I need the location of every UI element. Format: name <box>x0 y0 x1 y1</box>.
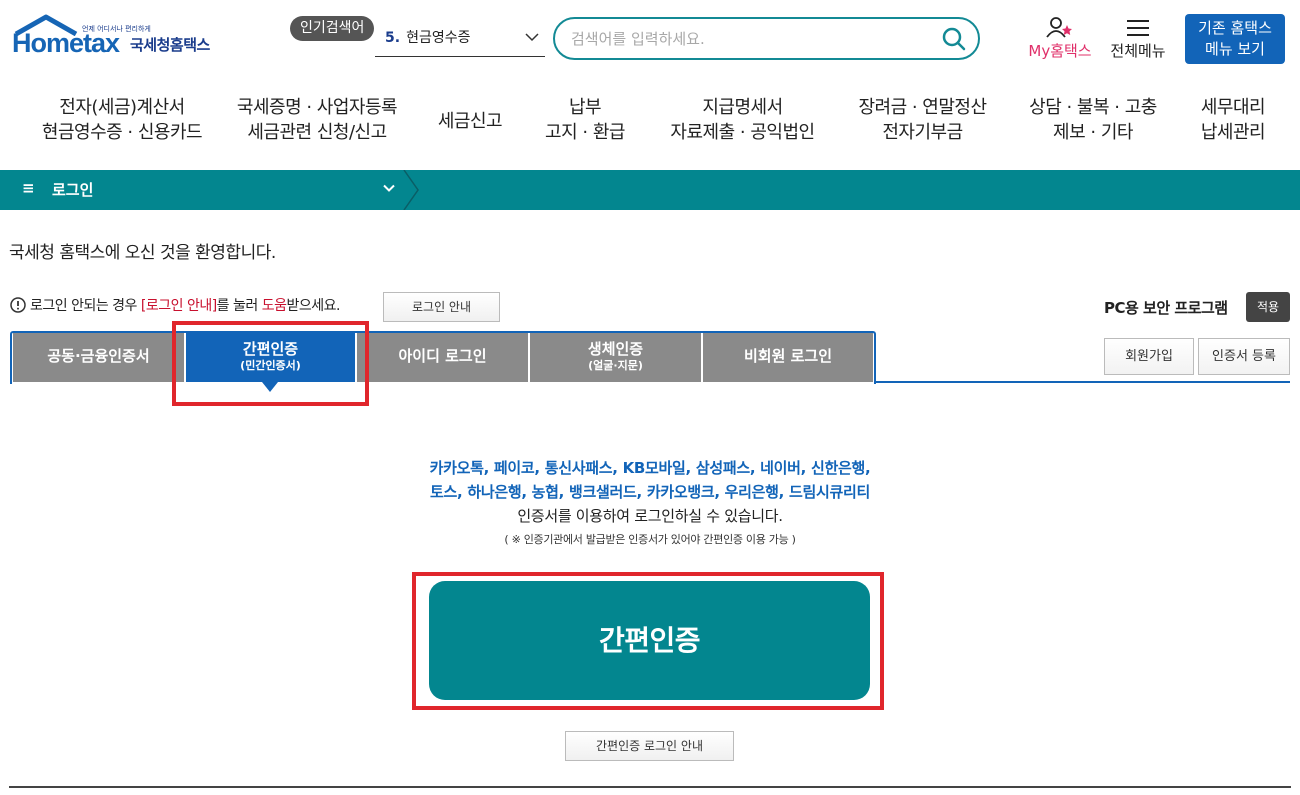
breadcrumb-separator-icon <box>403 170 419 210</box>
my-hometax-button[interactable]: My홈택스 <box>1025 15 1095 65</box>
gnb-line2: 전자기부금 <box>882 122 963 143</box>
gnb-item-incentive[interactable]: 장려금 · 연말정산 전자기부금 <box>845 95 1000 145</box>
notice-prefix: 로그인 안되는 경우 <box>30 298 141 314</box>
apply-security-button[interactable]: 적용 <box>1246 292 1290 322</box>
available-text: 인증서를 이용하여 로그인하실 수 있습니다. <box>517 507 783 525</box>
gnb-line2: 납세관리 <box>1200 122 1266 143</box>
popular-rank: 5. <box>385 30 401 46</box>
gnb-line1: 장려금 · 연말정산 <box>858 97 987 118</box>
search-icon[interactable] <box>942 27 966 51</box>
tab-label: 공동·금융인증서 <box>47 347 150 365</box>
chevron-down-icon <box>525 33 539 42</box>
my-hometax-label: My홈택스 <box>1028 42 1092 60</box>
global-nav: 전자(세금)계산서 현금영수증 · 신용카드 국세증명 · 사업자등록 세금관련… <box>0 95 1300 155</box>
login-notice: 로그인 안되는 경우 [로그인 안내]를 눌러 도움받으세요. <box>10 295 340 315</box>
simple-auth-guide-button[interactable]: 간편인증 로그인 안내 <box>565 731 734 761</box>
tab-id-login[interactable]: 아이디 로그인 <box>357 333 528 382</box>
notice-mid: 를 눌러 <box>216 298 262 314</box>
signup-button[interactable]: 회원가입 <box>1104 338 1194 375</box>
old-menu-line2: 메뉴 보기 <box>1205 40 1265 58</box>
notice-help: 도움 <box>261 298 287 314</box>
gnb-item-certificates[interactable]: 국세증명 · 사업자등록 세금관련 신청/신고 <box>222 95 412 145</box>
tab-joint-financial-cert[interactable]: 공동·금융인증서 <box>13 333 184 382</box>
popular-search-select[interactable]: 5. 현금영수증 <box>375 26 545 57</box>
provider-list: 카카오톡, 페이코, 통신사패스, KB모바일, 삼성패스, 네이버, 신한은행… <box>0 456 1300 504</box>
highlight-box-button <box>412 572 884 710</box>
notice-login-guide-link[interactable]: [로그인 안내] <box>141 298 217 314</box>
gnb-line1: 세금신고 <box>437 111 503 132</box>
menu-icon: ≡ <box>22 179 35 197</box>
search-box <box>553 17 980 60</box>
gnb-item-tax-filing[interactable]: 세금신고 <box>425 109 515 134</box>
login-guide-button[interactable]: 로그인 안내 <box>383 292 500 322</box>
logo-brand-ko: 국세청홈택스 <box>130 36 210 54</box>
notice-suffix: 받으세요. <box>286 298 340 314</box>
gnb-line2: 현금영수증 · 신용카드 <box>41 122 203 143</box>
user-star-icon <box>1046 17 1072 38</box>
gnb-line1: 국세증명 · 사업자등록 <box>236 97 398 118</box>
pc-security-label: PC용 보안 프로그램 <box>1104 299 1228 317</box>
gnb-item-e-invoice[interactable]: 전자(세금)계산서 현금영수증 · 신용카드 <box>32 95 212 145</box>
gnb-line1: 납부 <box>568 97 602 118</box>
tab-non-member[interactable]: 비회원 로그인 <box>703 333 873 382</box>
gnb-line2: 자료제출 · 공익법인 <box>670 122 815 143</box>
tabs-underline <box>874 381 1290 383</box>
gnb-item-payment-statement[interactable]: 지급명세서 자료제출 · 공익법인 <box>660 95 825 145</box>
location-dropdown[interactable]: ≡ 로그인 <box>0 170 405 210</box>
location-label: 로그인 <box>52 181 94 199</box>
gnb-item-payment[interactable]: 납부 고지 · 환급 <box>530 95 640 145</box>
gnb-item-tax-agent[interactable]: 세무대리 납세관리 <box>1188 95 1278 145</box>
gnb-item-consulting[interactable]: 상담 · 불복 · 고충 제보 · 기타 <box>1018 95 1168 145</box>
tab-label: 생체인증 <box>587 340 644 358</box>
popular-keyword: 현금영수증 <box>406 30 471 46</box>
tab-biometric[interactable]: 생체인증 (얼굴·지문) <box>530 333 701 382</box>
chevron-down-icon <box>383 184 395 192</box>
hometax-logo[interactable]: 언제 어디서나 편리하게 Hometax 국세청홈택스 <box>12 14 227 66</box>
popular-search-tag: 인기검색어 <box>290 16 375 41</box>
gnb-line2: 세금관련 신청/신고 <box>247 122 387 143</box>
info-icon <box>10 297 26 313</box>
tab-label: 아이디 로그인 <box>398 347 487 365</box>
gnb-line1: 상담 · 불복 · 고충 <box>1029 97 1157 118</box>
gnb-line2: 제보 · 기타 <box>1053 122 1133 143</box>
all-menu-label: 전체메뉴 <box>1110 42 1166 60</box>
old-menu-line1: 기존 홈택스 <box>1198 19 1272 37</box>
hamburger-icon <box>1127 20 1149 36</box>
provider-list-line1: 카카오톡, 페이코, 통신사패스, KB모바일, 삼성패스, 네이버, 신한은행… <box>429 459 871 477</box>
gnb-line2: 고지 · 환급 <box>545 122 625 143</box>
logo-brand-en: Hometax <box>12 28 120 58</box>
location-bar: ≡ 로그인 <box>0 170 1300 210</box>
welcome-title: 국세청 홈택스에 오신 것을 환영합니다. <box>9 243 276 263</box>
cert-register-button[interactable]: 인증서 등록 <box>1198 338 1290 375</box>
gnb-line1: 세무대리 <box>1200 97 1266 118</box>
usage-note: ( ※ 인증기관에서 발급받은 인증서가 있어야 간편인증 이용 가능 ) <box>504 533 796 546</box>
highlight-box-tab <box>172 321 369 406</box>
gnb-line1: 지급명세서 <box>702 97 783 118</box>
provider-list-line2: 토스, 하나은행, 농협, 뱅크샐러드, 카카오뱅크, 우리은행, 드림시큐리티 <box>430 483 870 501</box>
content-bottom-divider <box>9 786 1291 788</box>
tab-sublabel: (얼굴·지문) <box>588 359 643 372</box>
old-hometax-menu-button[interactable]: 기존 홈택스 메뉴 보기 <box>1185 14 1285 64</box>
search-input[interactable] <box>571 27 931 51</box>
tab-label: 비회원 로그인 <box>743 347 833 365</box>
all-menu-button[interactable]: 전체메뉴 <box>1105 15 1171 65</box>
gnb-line1: 전자(세금)계산서 <box>59 97 185 118</box>
